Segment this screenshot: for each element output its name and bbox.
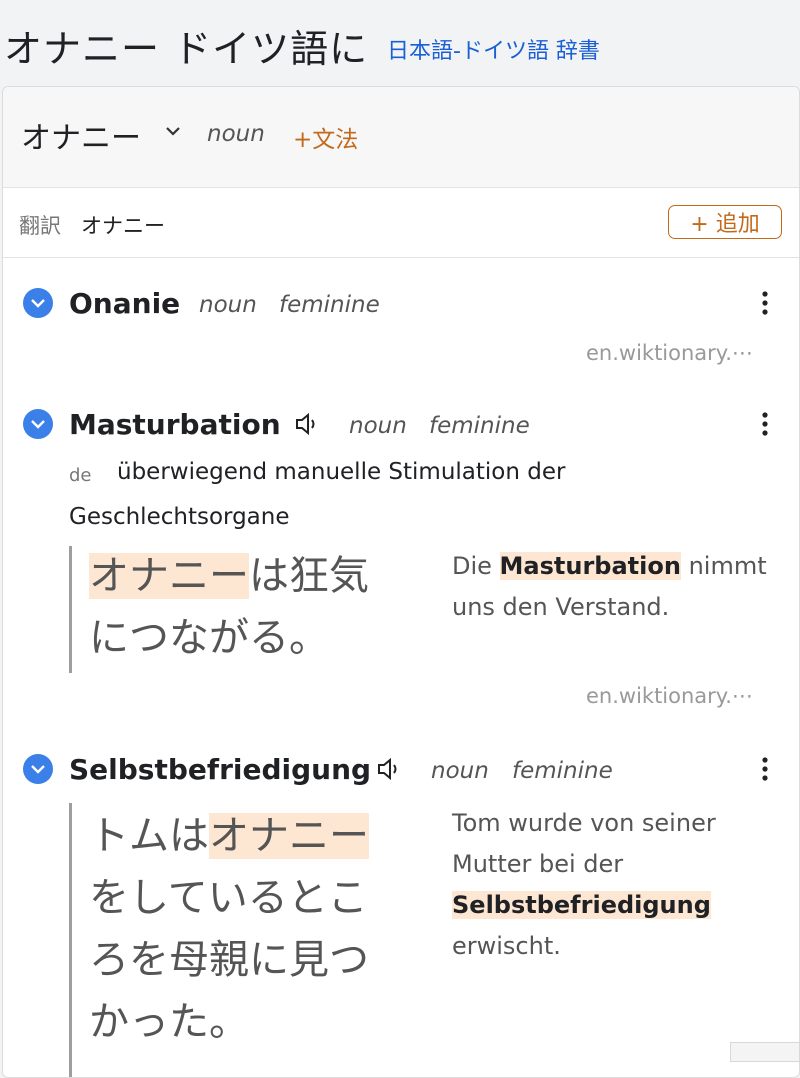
- example-german: Tom wurde von seiner Mutter bei der Selb…: [452, 803, 752, 967]
- title-bar: オナニー ドイツ語に 日本語-ドイツ語 辞書: [0, 0, 800, 88]
- example-text: Tom wurde von seiner Mutter bei der: [452, 809, 716, 878]
- entry-pos: noun: [199, 292, 257, 318]
- check-icon: [23, 409, 53, 439]
- entry-gender: feminine: [279, 292, 380, 318]
- entry-gender: feminine: [429, 413, 530, 439]
- check-icon: [23, 288, 53, 318]
- example-divider: [69, 803, 72, 1077]
- grammar-button[interactable]: +文法: [293, 120, 358, 154]
- example-highlight: オナニー: [89, 553, 249, 599]
- example-text: erwischt.: [452, 932, 561, 960]
- translations-row: 翻訳 オナニー + 追加: [3, 187, 799, 258]
- example-text: トムは: [89, 813, 209, 859]
- source-link[interactable]: en.wiktionary.⋯: [586, 684, 753, 708]
- entry-pos: noun: [431, 758, 489, 784]
- dictionary-card: オナニー noun +文法 翻訳 オナニー + 追加 Onanie noun f…: [2, 86, 800, 1078]
- example-divider: [69, 546, 72, 673]
- entry-gender: feminine: [512, 758, 613, 784]
- headword: オナニー: [21, 121, 141, 156]
- example-highlight: オナニー: [209, 813, 369, 859]
- translations-term: オナニー: [81, 214, 165, 238]
- more-vertical-icon[interactable]: [759, 412, 771, 441]
- speaker-icon[interactable]: [295, 412, 321, 441]
- speaker-icon[interactable]: [377, 757, 403, 786]
- add-translation-button[interactable]: + 追加: [668, 205, 782, 239]
- example-german: Die Masturbation nimmt uns den Verstand.: [452, 546, 782, 628]
- definition-text: überwiegend manuelle Stimulation der Ges…: [69, 459, 566, 530]
- headword-row: オナニー noun +文法: [3, 87, 799, 188]
- example-highlight: Selbstbefriedigung: [452, 891, 711, 919]
- check-icon: [23, 754, 53, 784]
- example-japanese: トムはオナニーをしているところを母親に見つかった。: [89, 805, 399, 1053]
- example-text: Die: [452, 552, 500, 580]
- more-vertical-icon[interactable]: [759, 291, 771, 320]
- entry-pos: noun: [349, 413, 407, 439]
- source-link[interactable]: en.wiktionary.⋯: [586, 341, 753, 365]
- dictionary-link[interactable]: 日本語-ドイツ語 辞書: [387, 33, 600, 65]
- page-title: オナニー ドイツ語に: [4, 27, 369, 71]
- entry-term[interactable]: Masturbation: [69, 408, 281, 441]
- chevron-down-icon[interactable]: [165, 121, 181, 142]
- example-highlight: Masturbation: [499, 552, 681, 580]
- entry-term[interactable]: Selbstbefriedigung: [69, 753, 371, 786]
- translations-label: 翻訳: [19, 214, 61, 238]
- headword-pos: noun: [207, 121, 265, 147]
- example-japanese: オナニーは狂気につながる。: [89, 545, 399, 669]
- more-vertical-icon[interactable]: [759, 757, 771, 786]
- entry-term[interactable]: Onanie: [69, 287, 180, 320]
- scroll-corner: [730, 1042, 800, 1062]
- example-text: をしているところを母親に見つかった。: [89, 875, 369, 1045]
